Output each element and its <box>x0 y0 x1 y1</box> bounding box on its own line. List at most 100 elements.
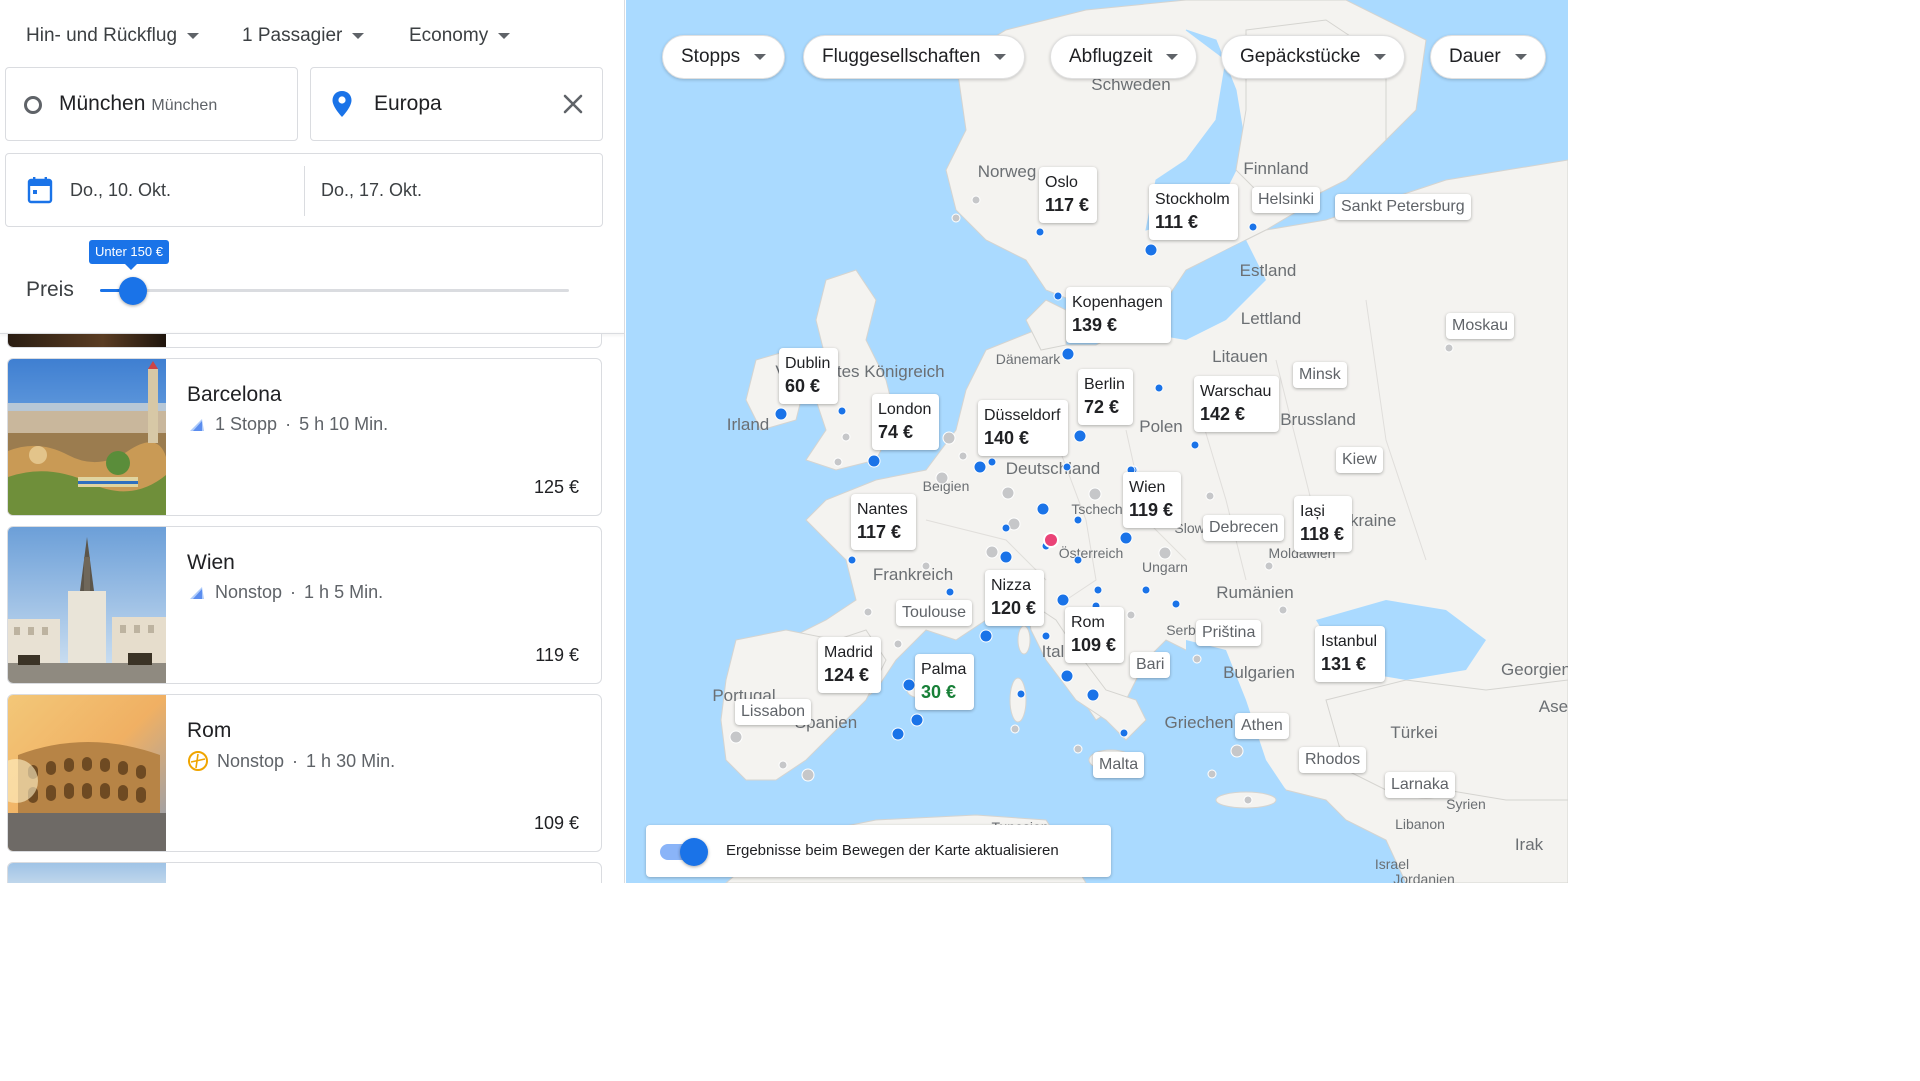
map-marker[interactable] <box>1444 343 1454 353</box>
map-city-card[interactable]: Larnaka <box>1385 772 1455 798</box>
map-marker[interactable] <box>1248 222 1258 232</box>
result-card-wien[interactable]: Wien Nonstop · 1 h 5 Min. 119 € <box>7 526 602 684</box>
map-city-card[interactable]: Lissabon <box>735 699 812 725</box>
map-price-card[interactable]: Nantes 117 € <box>851 494 916 550</box>
map-marker[interactable] <box>1035 227 1045 237</box>
map-marker[interactable] <box>1264 561 1274 571</box>
map-marker[interactable] <box>1073 429 1087 443</box>
map-marker[interactable] <box>1278 605 1288 615</box>
map-marker[interactable] <box>1230 744 1244 758</box>
origin-field[interactable]: München München <box>5 67 298 141</box>
map-marker[interactable] <box>1086 688 1100 702</box>
map-city-card[interactable]: Rhodos <box>1299 747 1367 773</box>
map-city-card[interactable]: Debrecen <box>1203 515 1285 541</box>
map-city-card[interactable]: Athen <box>1235 713 1289 739</box>
map-marker[interactable] <box>891 727 905 741</box>
map-marker[interactable] <box>801 768 815 782</box>
departure-time-filter-chip[interactable]: Abflugzeit <box>1050 35 1198 79</box>
map-marker[interactable] <box>774 407 788 421</box>
map-price-card[interactable]: Iași 118 € <box>1294 496 1353 552</box>
map-marker[interactable] <box>1119 531 1133 545</box>
map-marker[interactable] <box>945 587 955 597</box>
map-city-card[interactable]: Minsk <box>1293 362 1347 388</box>
map-marker[interactable] <box>1016 689 1026 699</box>
map-marker[interactable] <box>1062 462 1072 472</box>
passengers-dropdown[interactable]: 1 Passagier <box>242 22 365 50</box>
map-marker[interactable] <box>1056 593 1070 607</box>
map-price-card[interactable]: Wien 119 € <box>1123 472 1182 528</box>
map-marker[interactable] <box>1190 440 1200 450</box>
map-marker[interactable] <box>1073 515 1083 525</box>
map-marker[interactable] <box>1158 546 1172 560</box>
map-marker[interactable] <box>837 406 847 416</box>
map-marker[interactable] <box>1001 486 1015 500</box>
close-icon[interactable] <box>557 88 589 120</box>
map-marker[interactable] <box>1073 555 1083 565</box>
map-price-card[interactable]: Madrid 124 € <box>818 637 881 693</box>
update-toggle-switch[interactable] <box>680 838 708 866</box>
map-marker[interactable] <box>1144 243 1158 257</box>
map-marker[interactable] <box>847 555 857 565</box>
map-marker[interactable] <box>942 431 956 445</box>
map-marker[interactable] <box>1073 744 1083 754</box>
map-marker[interactable] <box>1041 631 1051 641</box>
map-marker[interactable] <box>979 629 993 643</box>
map-marker[interactable] <box>867 454 881 468</box>
result-card-partial[interactable] <box>7 862 602 883</box>
map-marker[interactable] <box>921 561 931 571</box>
map-price-card[interactable]: Palma 30 € <box>915 654 975 710</box>
map-city-card[interactable]: Toulouse <box>896 600 973 626</box>
duration-filter-chip[interactable]: Dauer <box>1430 35 1546 79</box>
map-price-card[interactable]: Oslo 117 € <box>1039 167 1098 223</box>
map-marker[interactable] <box>1243 795 1253 805</box>
map-marker[interactable] <box>1126 610 1136 620</box>
map-marker[interactable] <box>1207 769 1217 779</box>
map-marker[interactable] <box>971 195 981 205</box>
map-marker[interactable] <box>951 213 961 223</box>
map-price-card[interactable]: Nizza 120 € <box>985 570 1045 626</box>
map-marker[interactable] <box>1171 599 1181 609</box>
origin-marker[interactable] <box>1043 532 1059 548</box>
map-marker[interactable] <box>778 760 788 770</box>
map-marker[interactable] <box>985 545 999 559</box>
map-marker[interactable] <box>893 639 903 649</box>
map-marker[interactable] <box>1061 347 1075 361</box>
map-marker[interactable] <box>729 730 743 744</box>
map-price-card[interactable]: Kopenhagen 139 € <box>1066 287 1171 343</box>
map-marker[interactable] <box>1053 291 1063 301</box>
baggage-filter-chip[interactable]: Gepäckstücke <box>1221 35 1406 79</box>
map-marker[interactable] <box>1154 383 1164 393</box>
map-price-card[interactable]: Stockholm 111 € <box>1149 184 1238 240</box>
map-marker[interactable] <box>999 550 1013 564</box>
map-marker[interactable] <box>841 432 851 442</box>
map-price-card[interactable]: Istanbul 131 € <box>1315 626 1386 682</box>
map-marker[interactable] <box>902 678 916 692</box>
return-date[interactable]: Do., 17. Okt. <box>321 180 422 201</box>
map-city-card[interactable]: Sankt Petersburg <box>1335 194 1471 220</box>
map-marker[interactable] <box>958 451 968 461</box>
map-city-card[interactable]: Malta <box>1093 752 1145 778</box>
map-marker[interactable] <box>1060 669 1074 683</box>
map-city-card[interactable]: Helsinki <box>1252 187 1321 213</box>
map-marker[interactable] <box>1141 585 1151 595</box>
map-city-card[interactable]: Kiew <box>1336 447 1383 473</box>
result-card-rom[interactable]: Rom Nonstop · 1 h 30 Min. 109 € <box>7 694 602 852</box>
map-price-card[interactable]: Warschau 142 € <box>1194 376 1280 432</box>
map-price-card[interactable]: London 74 € <box>872 394 940 450</box>
map-marker[interactable] <box>1010 724 1020 734</box>
depart-date[interactable]: Do., 10. Okt. <box>70 180 171 201</box>
map-marker[interactable] <box>1036 502 1050 516</box>
map-marker[interactable] <box>833 457 843 467</box>
destination-field[interactable]: Europa <box>310 67 603 141</box>
map-marker[interactable] <box>1192 654 1202 664</box>
cabin-class-dropdown[interactable]: Economy <box>409 22 511 50</box>
stops-filter-chip[interactable]: Stopps <box>662 35 786 79</box>
map-city-card[interactable]: Priština <box>1196 620 1262 646</box>
price-slider-handle[interactable] <box>118 277 147 305</box>
map-price-card[interactable]: Rom 109 € <box>1065 607 1125 663</box>
map-city-card[interactable]: Bari <box>1130 652 1171 678</box>
map-city-card[interactable]: Moskau <box>1446 313 1515 339</box>
map-marker[interactable] <box>935 471 949 485</box>
map-marker[interactable] <box>1001 523 1011 533</box>
map-price-card[interactable]: Dublin 60 € <box>779 348 839 404</box>
